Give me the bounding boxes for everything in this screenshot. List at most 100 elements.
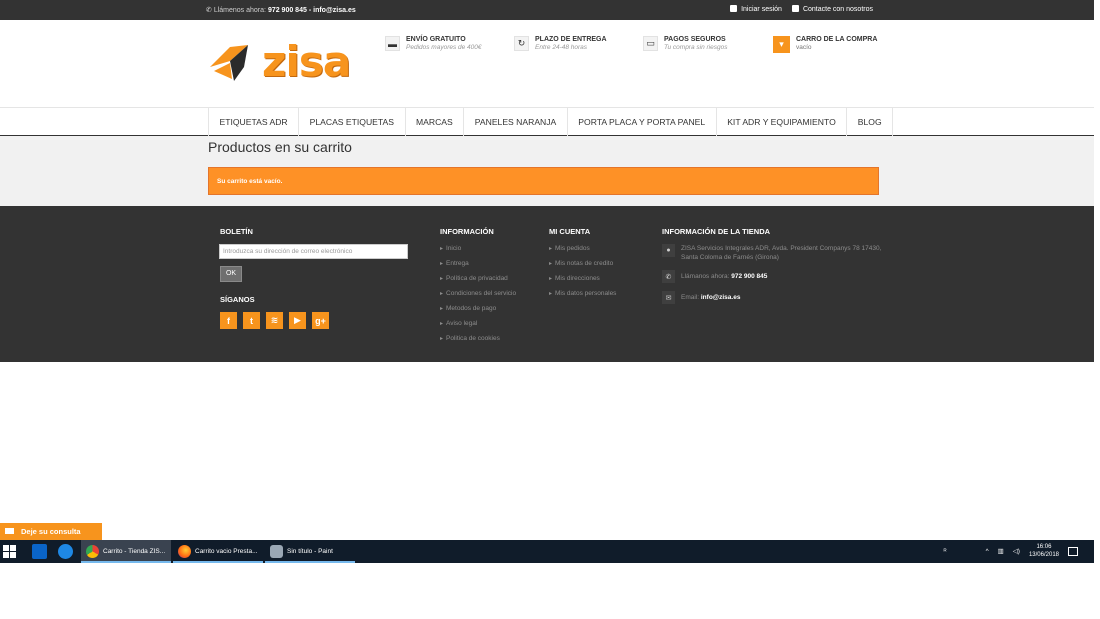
delivery-time-subtitle: Entre 24-48 horas xyxy=(535,44,588,51)
cart-icon: ▾ xyxy=(773,36,790,53)
paint-icon xyxy=(270,545,283,558)
contact-link[interactable]: Contacte con nosotros xyxy=(791,5,873,13)
user-icon xyxy=(730,5,738,12)
footer-link-datos-personales[interactable]: Mis datos personales xyxy=(549,286,616,301)
account-links: Mis pedidos Mis notas de credito Mis dir… xyxy=(549,241,616,301)
outlook-icon[interactable] xyxy=(32,544,47,559)
footer-link-cookies[interactable]: Politica de cookies xyxy=(440,331,516,346)
chrome-icon xyxy=(86,545,99,558)
free-shipping-subtitle: Pedidos mayores de 400€ xyxy=(406,44,482,51)
site-header: zisa ▬ Envío gratuito Pedidos mayores de… xyxy=(0,20,1094,107)
firefox-icon xyxy=(178,545,191,558)
nav-item-marcas[interactable]: Marcas xyxy=(406,108,465,136)
store-info: ● ZISA Servicios Integrales ADR, Avda. P… xyxy=(662,244,882,312)
refresh-icon: ↻ xyxy=(514,36,529,51)
footer-link-pedidos[interactable]: Mis pedidos xyxy=(549,241,616,256)
nav-item-paneles-naranja[interactable]: Paneles naranja xyxy=(464,108,568,136)
store-email-link[interactable]: info@zisa.es xyxy=(701,294,741,301)
follow-title: Síganos xyxy=(220,295,255,304)
task-paint[interactable]: Sin título - Paint xyxy=(265,540,355,563)
nav-item-porta-placa[interactable]: Porta placa y porta panel xyxy=(568,108,717,136)
empty-cart-alert: Su carrito está vacío. xyxy=(208,167,879,195)
newsletter-ok-button[interactable]: OK xyxy=(220,266,242,282)
store-phone-row: ✆ Llámanos ahora: 972 900 845 xyxy=(662,270,882,283)
account-title: Mi cuenta xyxy=(549,227,591,236)
windows-taskbar: Carrito - Tienda ZIS... Carrito vacio Pr… xyxy=(0,540,1094,563)
top-email-link[interactable]: info@zisa.es xyxy=(313,7,356,14)
logo-text: zisa xyxy=(262,37,351,86)
footer-link-entrega[interactable]: Entrega xyxy=(440,256,516,271)
nav-item-kit-adr[interactable]: Kit ADR y equipamiento xyxy=(717,108,848,136)
site-footer: Boletín Introduzca su dirección de corre… xyxy=(0,206,1094,362)
phone-icon: ✆ xyxy=(206,7,212,14)
newsletter-title: Boletín xyxy=(220,227,253,236)
free-shipping-info: ▬ Envío gratuito Pedidos mayores de 400€ xyxy=(385,36,482,51)
windows-start-icon[interactable] xyxy=(3,545,16,558)
cloud-app-icon[interactable] xyxy=(58,544,73,559)
map-marker-icon: ● xyxy=(662,244,675,257)
footer-link-condiciones[interactable]: Condiciones del servicio xyxy=(440,286,516,301)
tray-chevron-icon[interactable]: ^ xyxy=(986,548,989,555)
delivery-time-title: Plazo de entrega xyxy=(535,36,607,43)
task-chrome[interactable]: Carrito - Tienda ZIS... xyxy=(81,540,171,563)
envelope-icon: ✉ xyxy=(662,291,675,304)
info-title: Información xyxy=(440,227,494,236)
nav-item-placas-etiquetas[interactable]: Placas etiquetas xyxy=(299,108,406,136)
feedback-tab[interactable]: Deje su consulta xyxy=(0,523,102,540)
cart-status: vacío xyxy=(796,44,812,51)
task-paint-label: Sin título - Paint xyxy=(287,548,333,555)
footer-link-metodos-pago[interactable]: Metodos de pago xyxy=(440,301,516,316)
store-email-row: ✉ Email: info@zisa.es xyxy=(662,291,882,304)
secure-payment-title: Pagos seguros xyxy=(664,36,726,43)
notifications-icon[interactable] xyxy=(1068,546,1078,556)
clock-date: 13/06/2018 xyxy=(1028,552,1059,558)
volume-icon[interactable]: ◁) xyxy=(1013,547,1020,555)
call-prefix: Llámenos ahora: xyxy=(213,7,266,14)
cart-block[interactable]: ▾ Carro de la compra vacío xyxy=(773,36,877,53)
secure-payment-subtitle: Tu compra sin riesgos xyxy=(664,44,728,51)
top-bar: ✆ Llámenos ahora: 972 900 845 - info@zis… xyxy=(0,0,1094,20)
footer-link-inicio[interactable]: Inicio xyxy=(440,241,516,256)
social-links: f t ≋ ▶ g+ xyxy=(220,312,329,329)
info-links: Inicio Entrega Política de privacidad Co… xyxy=(440,241,516,346)
login-label: Iniciar sesión xyxy=(741,6,782,13)
store-info-title: Información de la tienda xyxy=(662,227,771,236)
truck-icon: ▬ xyxy=(385,36,400,51)
top-separator: - xyxy=(308,7,312,14)
youtube-icon[interactable]: ▶ xyxy=(289,312,306,329)
secure-payment-info: ▭ Pagos seguros Tu compra sin riesgos xyxy=(643,36,727,51)
newsletter-email-input[interactable]: Introduzca su dirección de correo electr… xyxy=(219,244,408,259)
logo-mark-icon xyxy=(210,45,248,81)
login-link[interactable]: Iniciar sesión xyxy=(730,5,782,13)
people-icon[interactable]: ᴿ xyxy=(944,548,947,555)
facebook-icon[interactable]: f xyxy=(220,312,237,329)
top-phone: 972 900 845 xyxy=(267,7,307,14)
footer-link-direcciones[interactable]: Mis direcciones xyxy=(549,271,616,286)
system-tray: ᴿ ^ ▥ ◁) 16:06 13/06/2018 xyxy=(944,543,1078,559)
feedback-label: Deje su consulta xyxy=(21,527,81,536)
task-firefox-label: Carrito vacio Presta... xyxy=(195,548,258,555)
site-logo[interactable]: zisa xyxy=(208,37,353,87)
nav-item-etiquetas-adr[interactable]: Etiquetas ADR xyxy=(208,108,300,136)
system-clock[interactable]: 16:06 13/06/2018 xyxy=(1029,543,1059,559)
cart-title: Carro de la compra xyxy=(796,36,878,43)
store-address-row: ● ZISA Servicios Integrales ADR, Avda. P… xyxy=(662,244,882,262)
footer-link-notas-credito[interactable]: Mis notas de credito xyxy=(549,256,616,271)
network-icon[interactable]: ▥ xyxy=(998,547,1004,555)
credit-card-icon: ▭ xyxy=(643,36,658,51)
free-shipping-title: Envío gratuito xyxy=(406,36,466,43)
clock-time: 16:06 xyxy=(1036,544,1052,550)
rss-icon[interactable]: ≋ xyxy=(266,312,283,329)
footer-link-aviso-legal[interactable]: Aviso legal xyxy=(440,316,516,331)
main-content: Productos en su carrito Su carrito está … xyxy=(0,136,1094,206)
page-title: Productos en su carrito xyxy=(208,139,352,155)
footer-link-privacidad[interactable]: Política de privacidad xyxy=(440,271,516,286)
twitter-icon[interactable]: t xyxy=(243,312,260,329)
nav-item-blog[interactable]: Blog xyxy=(847,108,894,136)
google-plus-icon[interactable]: g+ xyxy=(312,312,329,329)
task-chrome-label: Carrito - Tienda ZIS... xyxy=(103,548,166,555)
task-firefox[interactable]: Carrito vacio Presta... xyxy=(173,540,263,563)
contact-label: Contacte con nosotros xyxy=(802,6,873,13)
phone-icon: ✆ xyxy=(662,270,675,283)
browser-viewport: ✆ Llámenos ahora: 972 900 845 - info@zis… xyxy=(0,0,1100,619)
